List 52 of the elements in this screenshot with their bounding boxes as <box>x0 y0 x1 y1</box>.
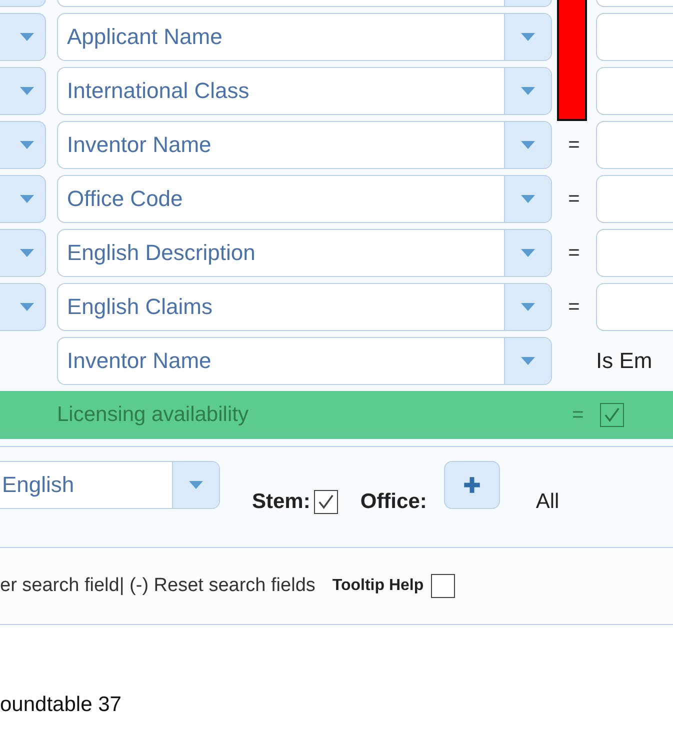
plus-icon <box>462 476 481 494</box>
office-label: Office: <box>360 490 427 514</box>
field-select[interactable]: Office Code <box>57 175 552 223</box>
dropdown-button[interactable] <box>0 67 46 115</box>
caret-icon <box>20 87 34 95</box>
field-label: Licensing availability <box>57 403 250 427</box>
field-select[interactable]: International Class <box>57 67 552 115</box>
value-input[interactable] <box>596 121 673 169</box>
operator-label: = <box>568 134 580 156</box>
field-select[interactable]: Applicant Name <box>57 13 552 61</box>
field-select[interactable]: Inventor Name <box>57 121 552 169</box>
caret-icon <box>521 195 535 203</box>
field-select[interactable]: Inventor Name <box>57 337 552 385</box>
operator-label: = <box>568 242 580 264</box>
condition-label: Is Em <box>596 348 652 374</box>
caret-icon <box>521 303 535 311</box>
operator-label: = <box>568 188 580 210</box>
language-select[interactable]: English <box>0 461 220 509</box>
value-input[interactable] <box>596 175 673 223</box>
checkbox[interactable] <box>430 574 455 598</box>
dropdown-button[interactable] <box>0 13 46 61</box>
caret-icon <box>20 33 34 41</box>
value-input[interactable] <box>596 67 673 115</box>
field-select[interactable]: English Claims <box>57 283 552 331</box>
caret-icon <box>20 303 34 311</box>
operator-label: = <box>571 404 585 426</box>
field-select[interactable]: English Description <box>57 229 552 277</box>
help-text: er search field| (-) Reset search fields <box>0 575 316 597</box>
dropdown-button[interactable] <box>0 229 46 277</box>
stem-label: Stem: <box>252 490 310 514</box>
dropdown-button[interactable] <box>0 283 46 331</box>
value-input[interactable] <box>596 13 673 61</box>
value-input[interactable] <box>596 283 673 331</box>
checkbox[interactable] <box>314 490 338 514</box>
caret-icon <box>521 141 535 149</box>
dropdown-button[interactable] <box>0 175 46 223</box>
value-input[interactable] <box>596 229 673 277</box>
caret-icon <box>521 87 535 95</box>
caret-icon <box>521 357 535 365</box>
caret-icon <box>20 249 34 257</box>
add-button[interactable] <box>444 461 500 509</box>
footer-text: oundtable 37 <box>0 693 122 716</box>
caret-icon <box>20 195 34 203</box>
dropdown-button[interactable] <box>0 121 46 169</box>
checkbox[interactable] <box>600 403 624 427</box>
operator-label: = <box>568 296 580 318</box>
office-value: All <box>536 490 560 514</box>
tooltip-label: Tooltip Help <box>332 577 424 595</box>
caret-icon <box>521 33 535 41</box>
caret-icon <box>20 141 34 149</box>
caret-icon <box>189 481 203 489</box>
caret-icon <box>521 249 535 257</box>
